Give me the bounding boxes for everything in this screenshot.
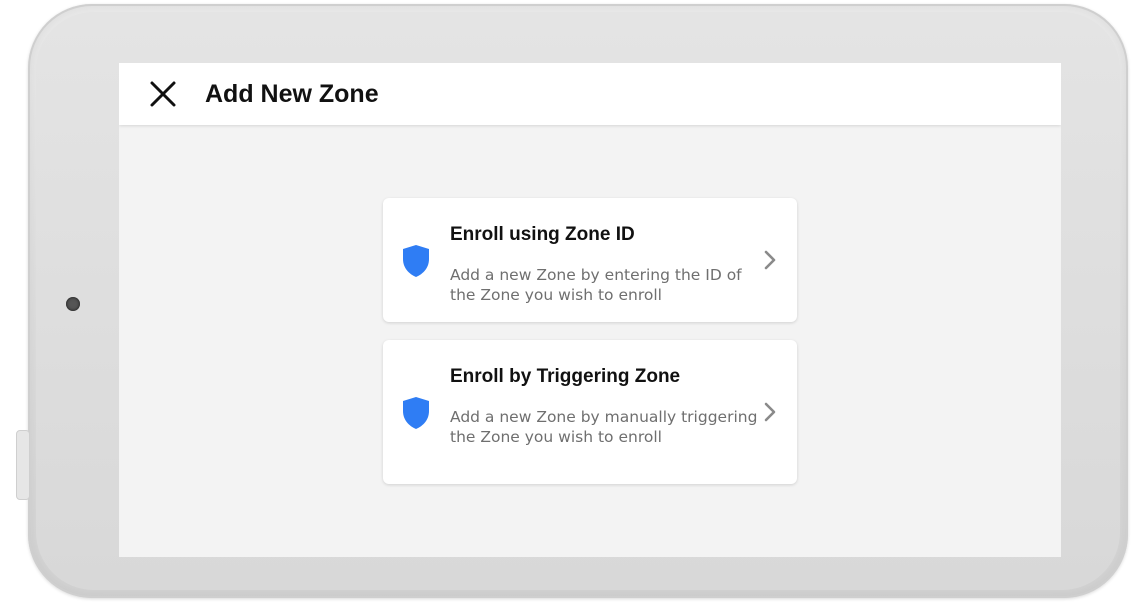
tablet-camera [66, 297, 80, 311]
close-icon [150, 81, 176, 107]
option-title: Enroll by Triggering Zone [450, 366, 681, 387]
shield-icon [403, 245, 429, 277]
chevron-right-icon [764, 402, 776, 422]
option-description: Add a new Zone by entering the ID of the… [450, 266, 742, 304]
enroll-triggering-zone-option[interactable]: Enroll by Triggering Zone Add a new Zone… [383, 340, 797, 484]
tablet-side-button [16, 430, 30, 500]
option-description: Add a new Zone by manually triggering th… [450, 408, 758, 446]
close-button[interactable] [145, 76, 181, 112]
app-screen: Add New Zone Enroll using Zone ID Add a … [119, 63, 1061, 557]
option-title: Enroll using Zone ID [450, 224, 635, 245]
enroll-zone-id-option[interactable]: Enroll using Zone ID Add a new Zone by e… [383, 198, 797, 322]
chevron-right-icon [764, 250, 776, 270]
app-bar: Add New Zone [119, 63, 1061, 125]
page-title: Add New Zone [205, 79, 379, 108]
shield-icon [403, 397, 429, 429]
